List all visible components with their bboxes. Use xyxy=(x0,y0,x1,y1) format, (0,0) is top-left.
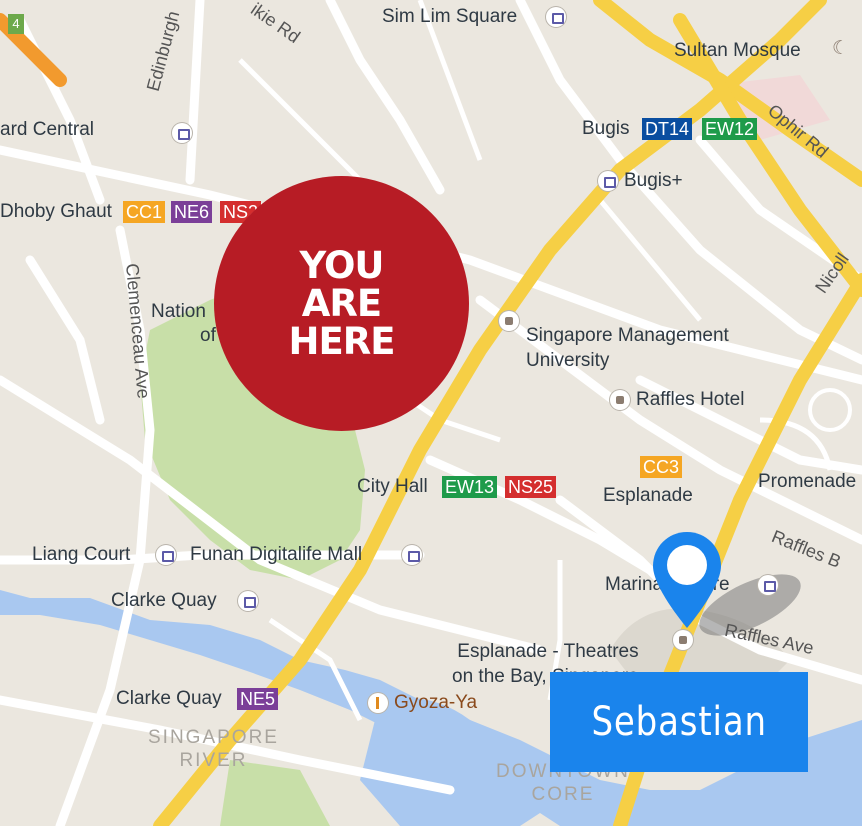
place-label: Singapore Management University xyxy=(526,325,729,371)
area-label: SINGAPORE RIVER xyxy=(148,727,279,771)
place-label: Dhoby Ghaut xyxy=(0,201,112,222)
place-esplanade[interactable]: Esplanade xyxy=(603,485,693,507)
station-code-dt14: DT14 xyxy=(642,118,693,140)
place-sim-lim-square[interactable]: Sim Lim Square xyxy=(382,6,517,28)
name-banner-label: Sebastian xyxy=(591,699,767,745)
place-bugis-plus[interactable]: Bugis+ xyxy=(624,170,683,192)
hotel-icon[interactable] xyxy=(610,390,630,410)
place-label: Liang Court xyxy=(32,544,131,565)
place-liang-court[interactable]: Liang Court xyxy=(32,544,130,566)
place-label: Raffles Hotel xyxy=(636,389,745,410)
place-promenade[interactable]: Promenade xyxy=(758,471,856,493)
you-are-here-label: YOU ARE HERE xyxy=(288,243,395,363)
you-are-here-marker: YOU ARE HERE xyxy=(214,176,469,431)
station-code-ew12: EW12 xyxy=(702,118,758,140)
place-nation[interactable]: Nation xyxy=(151,301,206,323)
station-code-ne5: NE5 xyxy=(237,688,279,710)
place-label: Esplanade xyxy=(603,485,693,506)
shopping-bag-icon[interactable] xyxy=(546,7,566,27)
station-code-cc1: CC1 xyxy=(123,201,166,223)
place-label: of xyxy=(200,325,216,346)
place-dhoby-ghaut[interactable]: Dhoby Ghaut xyxy=(0,201,112,223)
place-label: Sim Lim Square xyxy=(382,6,518,27)
shopping-bag-icon[interactable] xyxy=(598,171,618,191)
place-ard-central[interactable]: ard Central xyxy=(0,119,94,141)
place-label: Nation xyxy=(151,301,206,322)
station-code-ne6: NE6 xyxy=(171,201,213,223)
name-banner: Sebastian xyxy=(550,672,808,772)
place-label: Gyoza-Ya xyxy=(394,692,478,713)
shopping-bag-icon[interactable] xyxy=(156,545,176,565)
place-label: ard Central xyxy=(0,119,94,140)
location-pin-icon[interactable] xyxy=(650,530,724,630)
shopping-bag-icon[interactable] xyxy=(758,575,778,595)
place-label: Bugis xyxy=(582,118,630,139)
theatre-icon[interactable] xyxy=(673,630,693,650)
place-smu[interactable]: Singapore Management University xyxy=(526,298,729,373)
shopping-bag-icon[interactable] xyxy=(172,123,192,143)
map-canvas[interactable]: 4 Sim Lim Square Sultan Mosque ☾ Bugis B… xyxy=(0,0,862,826)
place-label: City Hall xyxy=(357,476,428,497)
station-code-ew13: EW13 xyxy=(442,476,498,498)
place-of[interactable]: of xyxy=(200,325,216,347)
place-label: Clarke Quay xyxy=(116,688,222,709)
shopping-bag-icon[interactable] xyxy=(402,545,422,565)
place-label: Promenade xyxy=(758,471,857,492)
place-clarke-quay[interactable]: Clarke Quay xyxy=(111,590,217,612)
place-city-hall[interactable]: City Hall xyxy=(357,476,428,498)
place-sultan-mosque[interactable]: Sultan Mosque xyxy=(674,40,801,62)
fork-knife-icon[interactable] xyxy=(368,693,388,713)
place-funan[interactable]: Funan Digitalife Mall xyxy=(190,544,362,566)
crescent-icon[interactable]: ☾ xyxy=(832,38,849,60)
place-label: Clarke Quay xyxy=(111,590,217,611)
place-label: Bugis+ xyxy=(624,170,683,191)
shopping-bag-icon[interactable] xyxy=(238,591,258,611)
station-code-cc3: CC3 xyxy=(640,456,683,478)
place-label: Sultan Mosque xyxy=(674,40,801,61)
road-8 xyxy=(325,0,445,195)
graduation-cap-icon[interactable] xyxy=(499,311,519,331)
station-code-ns25: NS25 xyxy=(505,476,557,498)
road-15 xyxy=(25,255,105,425)
place-bugis[interactable]: Bugis xyxy=(582,118,630,140)
place-label: Funan Digitalife Mall xyxy=(190,544,363,565)
place-raffles-hotel[interactable]: Raffles Hotel xyxy=(636,389,744,411)
expressway-badge: 4 xyxy=(8,14,24,34)
place-clarke-quay-mrt[interactable]: Clarke Quay xyxy=(116,688,222,710)
place-gyoza-ya[interactable]: Gyoza-Ya xyxy=(394,692,477,714)
road-13 xyxy=(185,0,205,185)
